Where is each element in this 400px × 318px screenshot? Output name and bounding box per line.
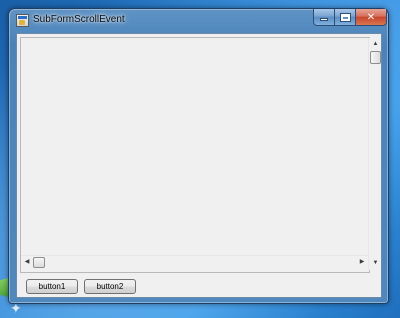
close-icon: ✕	[366, 11, 376, 23]
scroll-right-icon[interactable]: ▶	[356, 256, 368, 269]
app-icon[interactable]	[16, 14, 29, 27]
window-title: SubFormScrollEvent	[33, 14, 125, 25]
button1[interactable]: button1	[26, 279, 78, 294]
button2[interactable]: button2	[84, 279, 136, 294]
title-bar[interactable]: SubFormScrollEvent ✕	[9, 9, 388, 31]
horizontal-scrollbar[interactable]: ◀ ▶	[21, 255, 368, 268]
minimize-icon	[320, 18, 328, 21]
close-button[interactable]: ✕	[356, 9, 387, 26]
scroll-up-icon[interactable]: ▲	[369, 38, 382, 51]
horizontal-scroll-thumb[interactable]	[33, 257, 45, 268]
form-client-area: ▲ ▼ ◀ ▶ button1 button2	[16, 33, 382, 298]
vertical-scroll-thumb[interactable]	[370, 51, 381, 64]
scroll-down-icon[interactable]: ▼	[369, 257, 382, 270]
app-window: SubFormScrollEvent ✕ ▲ ▼ ◀ ▶ button1 but…	[8, 8, 389, 304]
scroll-panel[interactable]	[20, 37, 370, 273]
scroll-left-icon[interactable]: ◀	[21, 256, 33, 269]
caption-buttons: ✕	[313, 9, 387, 26]
minimize-button[interactable]	[313, 9, 335, 26]
vertical-scrollbar[interactable]: ▲ ▼	[368, 38, 381, 270]
maximize-button[interactable]	[335, 9, 356, 26]
maximize-icon	[339, 12, 351, 22]
